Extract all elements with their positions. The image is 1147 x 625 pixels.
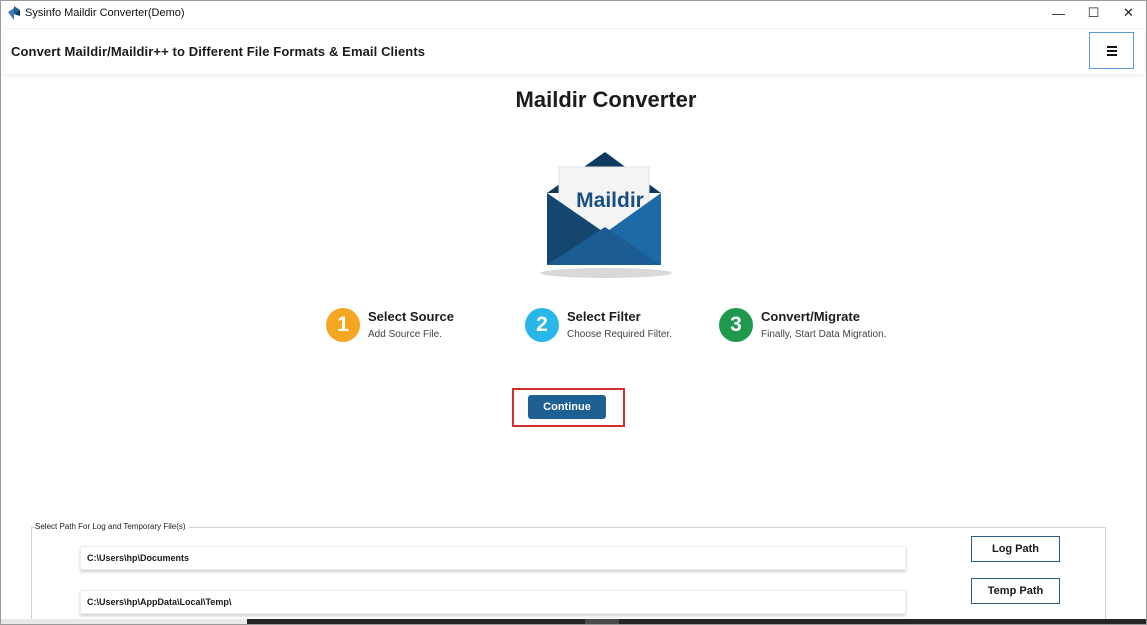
step-title: Select Source	[368, 309, 454, 324]
path-group-legend: Select Path For Log and Temporary File(s…	[35, 522, 189, 531]
minimize-icon: —	[1052, 5, 1065, 21]
continue-button[interactable]: Continue	[528, 395, 606, 419]
logo-text: Maildir	[576, 189, 644, 212]
temp-path-button[interactable]: Temp Path	[971, 578, 1060, 604]
step-title: Convert/Migrate	[761, 309, 860, 324]
window-title: Sysinfo Maildir Converter(Demo)	[25, 7, 185, 19]
header-title: Convert Maildir/Maildir++ to Different F…	[11, 44, 426, 59]
step-number-2: 2	[525, 308, 559, 342]
maildir-logo: Maildir	[538, 149, 678, 281]
app-logo-icon	[8, 6, 20, 20]
step-convert-migrate: 3 Convert/Migrate Finally, Start Data Mi…	[719, 307, 886, 342]
window-controls: — ☐ ✕	[1041, 1, 1146, 25]
taskbar	[1, 619, 1146, 624]
page-title: Maildir Converter	[515, 87, 697, 112]
log-path-button[interactable]: Log Path	[971, 536, 1060, 562]
close-icon: ✕	[1123, 5, 1134, 20]
header-bar: Convert Maildir/Maildir++ to Different F…	[4, 28, 1144, 74]
step-select-filter: 2 Select Filter Choose Required Filter.	[525, 307, 672, 342]
step-subtitle: Finally, Start Data Migration.	[761, 329, 887, 340]
path-settings-group: Select Path For Log and Temporary File(s…	[31, 522, 1106, 624]
title-bar: Sysinfo Maildir Converter(Demo) — ☐ ✕	[1, 1, 1146, 25]
temp-path-field[interactable]: C:\Users\hp\AppData\Local\Temp\	[80, 590, 906, 614]
maximize-icon: ☐	[1087, 5, 1100, 20]
continue-highlight-frame: Continue	[512, 388, 625, 427]
maximize-button[interactable]: ☐	[1076, 1, 1111, 25]
hamburger-menu-icon	[1106, 45, 1117, 56]
app-window: Sysinfo Maildir Converter(Demo) — ☐ ✕ Co…	[0, 0, 1147, 625]
minimize-button[interactable]: —	[1041, 1, 1076, 25]
log-path-field[interactable]: C:\Users\hp\Documents	[80, 546, 906, 570]
step-select-source: 1 Select Source Add Source File.	[326, 307, 454, 342]
step-subtitle: Add Source File.	[368, 329, 442, 340]
step-number-3: 3	[719, 308, 753, 342]
taskbar-active-app[interactable]	[585, 619, 619, 624]
menu-button[interactable]	[1089, 32, 1134, 69]
step-number-1: 1	[326, 308, 360, 342]
close-button[interactable]: ✕	[1111, 1, 1146, 25]
envelope-icon	[540, 152, 672, 278]
step-title: Select Filter	[567, 309, 641, 324]
step-subtitle: Choose Required Filter.	[567, 329, 673, 340]
taskbar-search-area[interactable]	[1, 619, 247, 624]
